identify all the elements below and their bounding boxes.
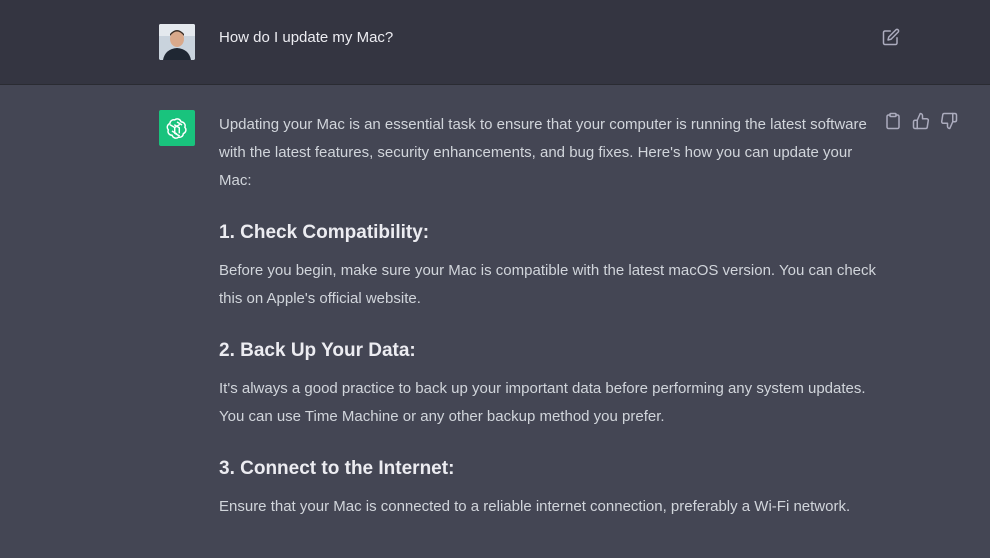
- chat-page: How do I update my Mac? Updating your Ma…: [0, 0, 990, 558]
- edit-icon: [882, 28, 900, 46]
- section-body: It's always a good practice to back up y…: [219, 380, 866, 425]
- section-body: Before you begin, make sure your Mac is …: [219, 262, 876, 307]
- assistant-message-row: Updating your Mac is an essential task t…: [0, 85, 990, 558]
- copy-button[interactable]: [884, 112, 902, 130]
- user-avatar: [159, 24, 195, 60]
- section-heading: 2. Back Up Your Data:: [219, 340, 416, 361]
- thumbs-up-button[interactable]: [912, 112, 930, 130]
- openai-logo-icon: [166, 118, 187, 139]
- section-heading: 3. Connect to the Internet:: [219, 458, 455, 479]
- section-heading: 1. Check Compatibility:: [219, 222, 430, 243]
- thumbs-down-button[interactable]: [940, 112, 958, 130]
- thumbs-down-icon: [940, 112, 958, 130]
- intro-paragraph: Updating your Mac is an essential task t…: [219, 116, 867, 189]
- user-photo-icon: [159, 24, 195, 60]
- assistant-avatar: [159, 110, 195, 146]
- edit-button[interactable]: [882, 28, 900, 46]
- user-message-text: How do I update my Mac?: [219, 29, 394, 46]
- message-actions: [884, 112, 958, 130]
- user-message-row: How do I update my Mac?: [0, 0, 990, 85]
- assistant-message-content: Updating your Mac is an essential task t…: [219, 111, 879, 521]
- clipboard-icon: [886, 112, 900, 130]
- thumbs-up-icon: [912, 112, 930, 130]
- section-body: Ensure that your Mac is connected to a r…: [219, 498, 851, 515]
